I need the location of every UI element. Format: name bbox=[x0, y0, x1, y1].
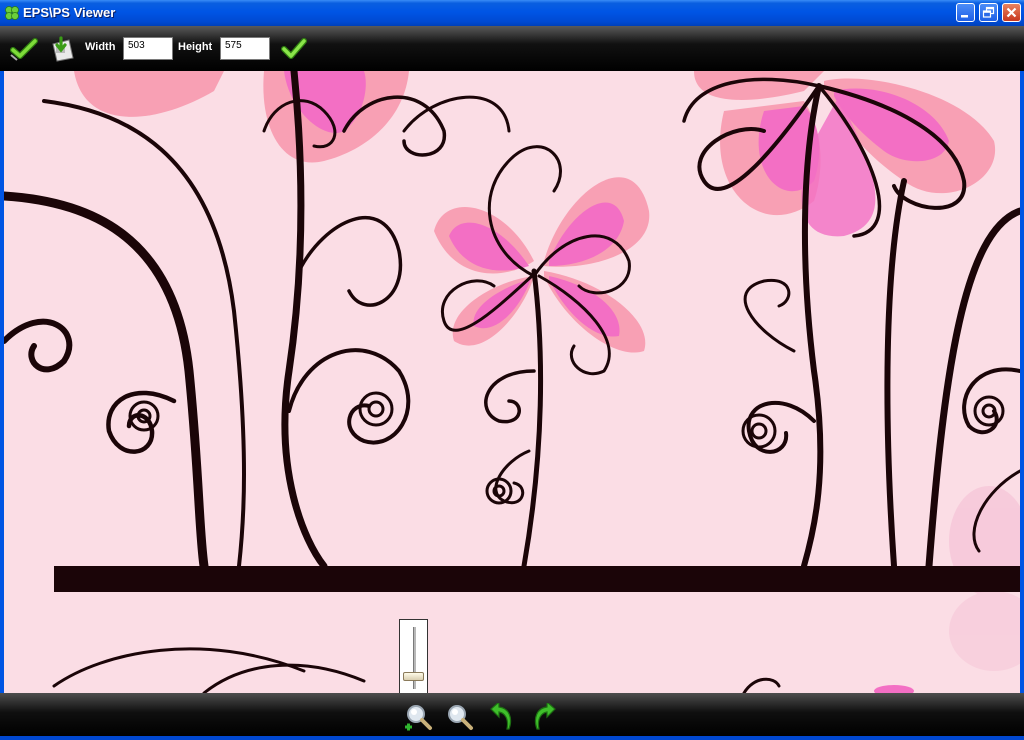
image-canvas[interactable] bbox=[4, 71, 1020, 693]
check-icon[interactable] bbox=[280, 36, 308, 62]
save-icon[interactable] bbox=[50, 36, 78, 62]
clover-icon bbox=[5, 6, 19, 20]
restore-icon bbox=[982, 6, 995, 18]
window-bottom-border bbox=[0, 736, 1024, 740]
close-icon bbox=[1006, 7, 1017, 18]
zoom-slider[interactable] bbox=[399, 619, 428, 697]
window-title: EPS\PS Viewer bbox=[23, 5, 116, 20]
zoom-slider-thumb[interactable] bbox=[403, 671, 424, 681]
zoom-out-icon[interactable] bbox=[444, 703, 474, 731]
rotate-right-icon[interactable] bbox=[529, 703, 559, 731]
height-field[interactable]: 575 bbox=[220, 37, 270, 60]
bottom-toolbar bbox=[0, 693, 1024, 736]
width-label: Width bbox=[85, 41, 116, 53]
title-bar[interactable]: EPS\PS Viewer bbox=[0, 0, 1024, 26]
flower-artwork bbox=[4, 71, 1020, 693]
minimize-button[interactable] bbox=[956, 3, 975, 22]
minimize-icon bbox=[961, 15, 968, 18]
close-button[interactable] bbox=[1002, 3, 1021, 22]
restore-button[interactable] bbox=[979, 3, 998, 22]
top-toolbar: Width 503 Height 575 bbox=[0, 26, 1024, 71]
height-label: Height bbox=[178, 41, 213, 53]
zoom-in-icon[interactable] bbox=[403, 703, 433, 731]
rotate-left-icon[interactable] bbox=[487, 703, 517, 731]
width-field[interactable]: 503 bbox=[123, 37, 173, 60]
app-window: EPS\PS Viewer Width 503 Height 575 bbox=[0, 0, 1024, 740]
check-icon[interactable] bbox=[10, 36, 38, 62]
